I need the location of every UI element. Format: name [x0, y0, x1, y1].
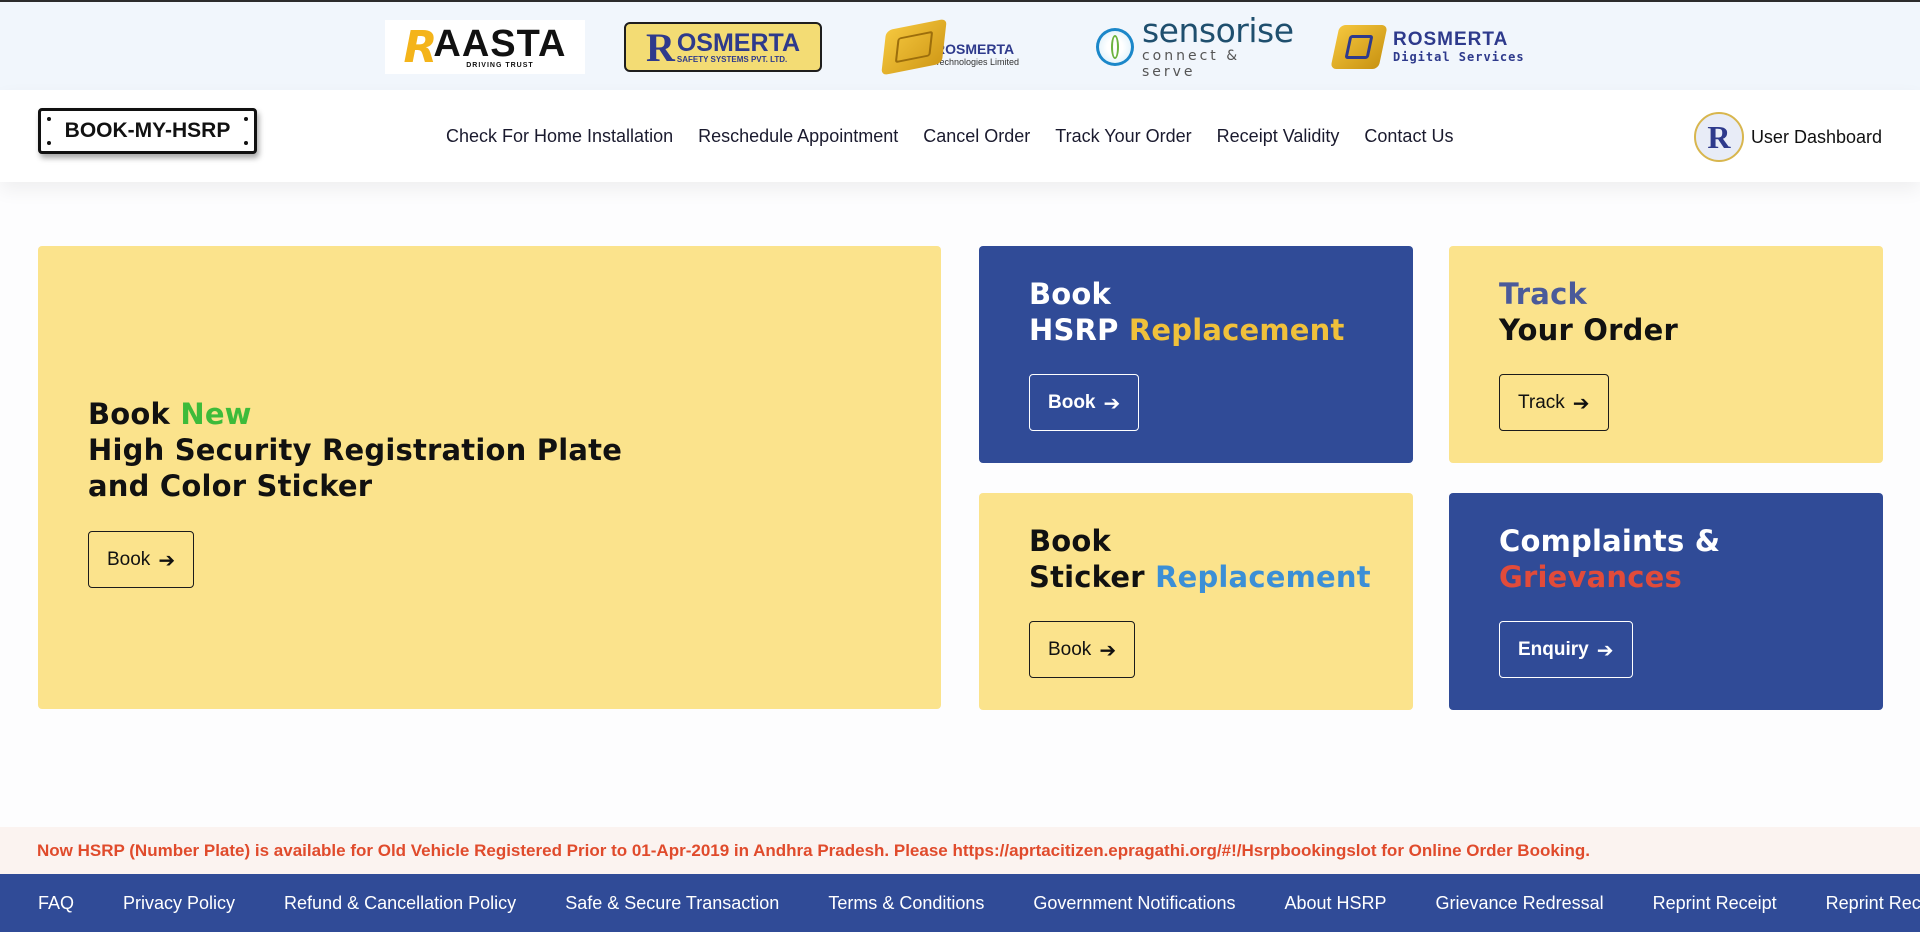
track-order-card: Track Your Order Track ➔ — [1449, 246, 1883, 463]
rosmerta-technologies-logo: ROSMERTA Technologies Limited — [881, 18, 1035, 76]
aasta-logo-name: AASTA — [433, 22, 567, 65]
rosmerta-digital-logo-tagline: Digital Services — [1393, 50, 1525, 64]
plate-dot — [47, 141, 51, 145]
book-new-button-label: Book — [107, 548, 151, 570]
plate-dot — [244, 117, 248, 121]
globe-icon — [1096, 28, 1134, 66]
announcement-text: Now HSRP (Number Plate) is available for… — [37, 840, 1591, 860]
arrow-right-icon: ➔ — [158, 547, 176, 572]
sticker-replacement-prefix: Sticker — [1029, 560, 1156, 594]
arrow-right-icon: ➔ — [1596, 637, 1614, 662]
user-dashboard-label: User Dashboard — [1750, 126, 1882, 147]
sensorise-logo: sensorise connect & serve — [1096, 14, 1301, 80]
nav-contact-us[interactable]: Contact Us — [1364, 126, 1453, 147]
rosmerta-digital-logo-name: ROSMERTA — [1393, 29, 1509, 50]
rosmerta-safety-logo: R OSMERTA SAFETY SYSTEMS PVT. LTD. — [624, 22, 822, 72]
nav-reschedule-appointment[interactable]: Reschedule Appointment — [698, 126, 898, 147]
sticker-replacement-book-button[interactable]: Book ➔ — [1029, 621, 1136, 678]
arrow-right-icon: ➔ — [1572, 390, 1590, 415]
footer-link-reprint-receipt[interactable]: Reprint Receipt — [1653, 893, 1777, 914]
footer-link-grievance-redressal[interactable]: Grievance Redressal — [1436, 893, 1604, 914]
rosmerta-digital-logo: ROSMERTA Digital Services — [1330, 20, 1535, 74]
book-new-card: Book New High Security Registration Plat… — [38, 246, 941, 709]
nav-receipt-validity[interactable]: Receipt Validity — [1217, 126, 1340, 147]
rosmerta-tech-logo-tagline: Technologies Limited — [935, 57, 1020, 67]
plate-dot — [47, 117, 51, 121]
announcement-bar: Now HSRP (Number Plate) is available for… — [0, 827, 1920, 874]
track-order-heading: Track Your Order — [1499, 276, 1678, 348]
footer-link-refund-policy[interactable]: Refund & Cancellation Policy — [284, 893, 516, 914]
avatar: R — [1693, 112, 1744, 162]
book-new-heading: Book New High Security Registration Plat… — [88, 396, 622, 504]
rosmerta-safety-logo-name: OSMERTA — [676, 28, 801, 57]
arrow-right-icon: ➔ — [1103, 390, 1121, 415]
book-new-line3: and Color Sticker — [88, 469, 373, 503]
hsrp-replacement-book-button[interactable]: Book ➔ — [1029, 374, 1140, 431]
footer-link-faq[interactable]: FAQ — [38, 893, 74, 914]
book-new-button[interactable]: Book ➔ — [88, 531, 195, 588]
nav-track-order[interactable]: Track Your Order — [1055, 126, 1191, 147]
track-button[interactable]: Track ➔ — [1499, 374, 1609, 431]
avatar-letter: R — [1707, 118, 1731, 155]
hsrp-replacement-line1: Book — [1029, 277, 1112, 311]
nav-cancel-order[interactable]: Cancel Order — [923, 126, 1030, 147]
book-new-highlight: New — [180, 397, 252, 431]
enquiry-button[interactable]: Enquiry ➔ — [1499, 621, 1633, 678]
brand-name: BOOK-MY-HSRP — [64, 119, 231, 142]
complaints-line1: Complaints & — [1499, 524, 1721, 558]
plate-dot — [244, 141, 248, 145]
sensorise-logo-tagline: connect & serve — [1141, 48, 1241, 80]
sticker-replacement-button-label: Book — [1048, 638, 1092, 660]
footer-link-reprint-receipt-2[interactable]: Reprint Receipt — [1826, 893, 1920, 914]
nav-home-installation[interactable]: Check For Home Installation — [446, 126, 673, 147]
complaints-grievances-card: Complaints & Grievances Enquiry ➔ — [1449, 493, 1883, 710]
partner-logo-strip: R AASTA DRIVING TRUST R OSMERTA SAFETY S… — [0, 0, 1920, 90]
rosmerta-tech-logo-name: ROSMERTA — [935, 41, 1015, 57]
arrow-right-icon: ➔ — [1099, 637, 1117, 662]
track-order-line2: Your Order — [1499, 313, 1678, 347]
book-new-line2: High Security Registration Plate — [88, 433, 623, 467]
track-order-line1: Track — [1499, 277, 1587, 311]
sensorise-logo-name: sensorise — [1141, 11, 1294, 50]
footer-link-about-hsrp[interactable]: About HSRP — [1284, 893, 1386, 914]
complaints-heading: Complaints & Grievances — [1499, 523, 1720, 595]
footer-link-privacy-policy[interactable]: Privacy Policy — [123, 893, 235, 914]
main-navbar: BOOK-MY-HSRP Check For Home Installation… — [0, 90, 1920, 182]
primary-nav: Check For Home Installation Reschedule A… — [446, 126, 1478, 147]
sticker-replacement-line1: Book — [1029, 524, 1112, 558]
aasta-logo-mark: R — [403, 21, 438, 73]
book-new-prefix: Book — [88, 397, 181, 431]
brand-logo[interactable]: BOOK-MY-HSRP — [38, 108, 257, 154]
sticker-replacement-heading: Book Sticker Replacement — [1029, 523, 1371, 595]
track-button-label: Track — [1518, 391, 1565, 413]
user-dashboard-link[interactable]: R User Dashboard — [1693, 112, 1882, 162]
hsrp-replacement-heading: Book HSRP Replacement — [1029, 276, 1345, 348]
footer-link-safe-transaction[interactable]: Safe & Secure Transaction — [565, 893, 779, 914]
footer-link-terms[interactable]: Terms & Conditions — [828, 893, 984, 914]
digital-services-icon — [1330, 25, 1388, 69]
rosmerta-safety-logo-mark: R — [645, 24, 675, 70]
footer-links: FAQ Privacy Policy Refund & Cancellation… — [0, 874, 1920, 932]
sticker-replacement-highlight: Replacement — [1155, 560, 1371, 594]
aasta-logo: R AASTA DRIVING TRUST — [385, 20, 585, 74]
rosmerta-safety-logo-tagline: SAFETY SYSTEMS PVT. LTD. — [676, 54, 788, 64]
hsrp-replacement-highlight: Replacement — [1128, 313, 1345, 347]
aasta-logo-tagline: DRIVING TRUST — [466, 61, 534, 69]
enquiry-button-label: Enquiry — [1518, 638, 1589, 660]
hsrp-replacement-button-label: Book — [1048, 391, 1096, 413]
sticker-replacement-card: Book Sticker Replacement Book ➔ — [979, 493, 1413, 710]
hsrp-replacement-card: Book HSRP Replacement Book ➔ — [979, 246, 1413, 463]
footer-link-government-notifications[interactable]: Government Notifications — [1033, 893, 1235, 914]
complaints-line2: Grievances — [1499, 560, 1682, 594]
hsrp-replacement-prefix: HSRP — [1029, 313, 1129, 347]
